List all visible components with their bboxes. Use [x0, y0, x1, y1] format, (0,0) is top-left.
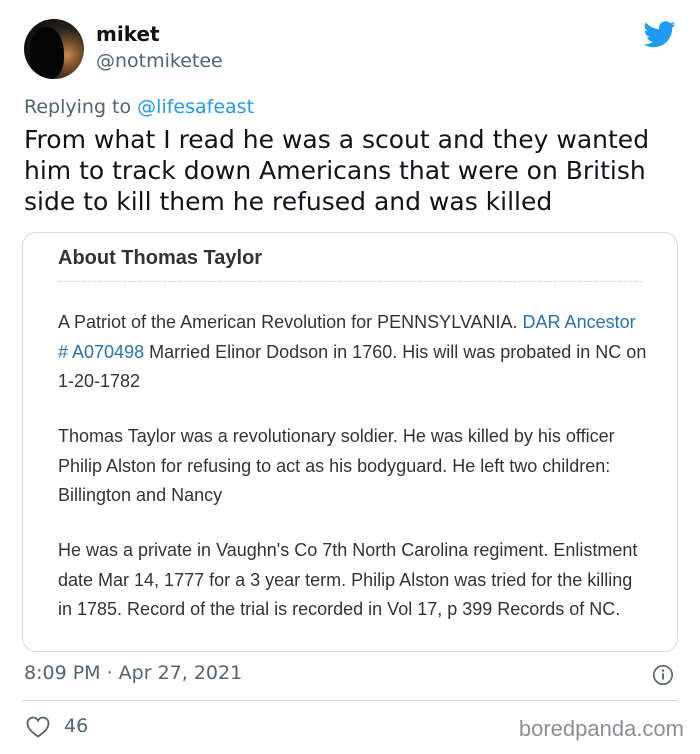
divider	[22, 700, 678, 701]
attached-image-card[interactable]: About Thomas Taylor A Patriot of the Ame…	[22, 232, 678, 652]
card-p1-text-end: Married Elinor Dodson in 1760. His will …	[58, 341, 647, 392]
tweet-text: From what I read he was a scout and they…	[24, 125, 650, 216]
tweet-timestamp[interactable]: 8:09 PM · Apr 27, 2021	[24, 662, 242, 684]
avatar[interactable]	[24, 19, 84, 79]
avatar-silhouette	[30, 27, 64, 79]
watermark: boredpanda.com	[518, 716, 684, 741]
twitter-bird-icon[interactable]	[640, 18, 680, 50]
display-name[interactable]: miket	[96, 22, 160, 46]
heart-icon[interactable]	[26, 716, 50, 738]
user-handle[interactable]: @notmiketee	[96, 50, 223, 72]
card-paragraph-2: Thomas Taylor was a revolutionary soldie…	[58, 426, 615, 505]
card-divider	[58, 281, 642, 282]
replying-to: Replying to @lifesafeast	[24, 96, 254, 118]
info-icon[interactable]	[652, 664, 674, 686]
reply-mention-link[interactable]: @lifesafeast	[137, 96, 254, 118]
replying-prefix: Replying to	[24, 96, 132, 118]
card-paragraph-3: He was a private in Vaughn's Co 7th Nort…	[58, 540, 638, 619]
like-count: 46	[64, 715, 89, 737]
card-title: About Thomas Taylor	[58, 247, 263, 269]
card-paragraph-1: A Patriot of the American Revolution for…	[58, 308, 648, 397]
card-p1-text: A Patriot of the American Revolution for…	[58, 312, 523, 332]
